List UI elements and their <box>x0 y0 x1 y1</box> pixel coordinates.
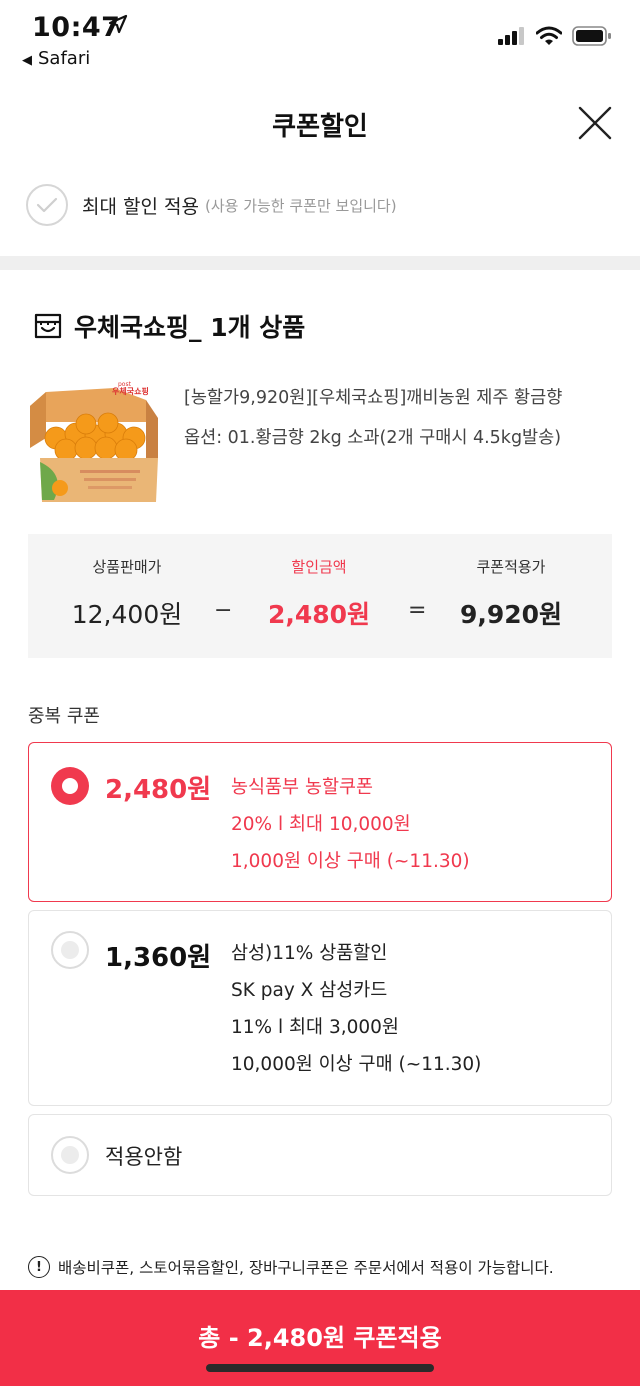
coupon-notice: ! 배송비쿠폰, 스토어묶음할인, 장바구니쿠폰은 주문서에서 적용이 가능합니… <box>28 1256 554 1278</box>
coupon-details: 농식품부 농할쿠폰 20% l 최대 10,000원 1,000원 이상 구매 … <box>231 769 470 880</box>
no-coupon-option[interactable]: 적용안함 <box>28 1114 612 1196</box>
coupon-option[interactable]: 2,480원 농식품부 농할쿠폰 20% l 최대 10,000원 1,000원… <box>28 742 612 902</box>
coupon-condition: 10,000원 이상 구매 (~11.30) <box>231 1054 482 1075</box>
product-image-brand: 우체국쇼핑 <box>112 386 149 396</box>
back-app-label: Safari <box>38 48 91 69</box>
home-indicator <box>206 1364 434 1372</box>
max-discount-label: 최대 할인 적용 <box>82 195 199 218</box>
discount-label: 할인금액 <box>291 558 347 576</box>
no-coupon-label: 적용안함 <box>105 1145 183 1169</box>
wifi-icon <box>536 26 562 45</box>
battery-icon <box>572 26 611 46</box>
coupon-radio[interactable] <box>51 931 89 969</box>
coupon-rate: 11% l 최대 3,000원 <box>231 1017 399 1038</box>
checkmark-icon <box>36 197 58 213</box>
seller-name: 우체국쇼핑_ 1개 상품 <box>74 313 306 342</box>
product-title: [농할가9,920원][우체국쇼핑]깨비농원 제주 황금향 <box>184 388 563 408</box>
max-discount-toggle[interactable]: 최대 할인 적용 (사용 가능한 쿠폰만 보입니다) <box>26 184 397 226</box>
coupon-amount: 1,360원 <box>105 943 212 973</box>
sale-price-value: 12,400원 <box>71 600 183 629</box>
location-arrow-icon <box>108 14 128 34</box>
close-icon[interactable] <box>576 104 614 142</box>
back-triangle-icon: ◀ <box>22 53 32 68</box>
final-price-value: 9,920원 <box>459 600 563 629</box>
system-icons <box>498 26 612 46</box>
coupon-radio-selected[interactable] <box>51 767 89 805</box>
sale-price-column: 상품판매가 12,400원 <box>42 534 212 631</box>
apply-coupon-button[interactable]: 총 - 2,480원 쿠폰적용 <box>0 1290 640 1386</box>
coupon-card-partner: SK pay X 삼성카드 <box>231 980 388 1001</box>
coupon-option[interactable]: 1,360원 삼성)11% 상품할인 SK pay X 삼성카드 11% l 최… <box>28 910 612 1106</box>
minus-sign: − <box>214 598 233 623</box>
coupon-name: 삼성)11% 상품할인 <box>231 943 388 964</box>
apply-coupon-label: 총 - 2,480원 쿠폰적용 <box>198 1324 442 1352</box>
product-image: post 우체국쇼핑 <box>26 378 162 514</box>
page-title: 쿠폰할인 <box>272 112 368 142</box>
coupon-details: 삼성)11% 상품할인 SK pay X 삼성카드 11% l 최대 3,000… <box>231 935 481 1083</box>
coupon-amount: 2,480원 <box>105 775 212 805</box>
price-summary: 상품판매가 12,400원 − 할인금액 2,480원 = 쿠폰적용가 9,92… <box>28 534 612 658</box>
store-icon <box>34 313 62 339</box>
discount-column: 할인금액 2,480원 <box>234 534 404 631</box>
coupon-notice-text: 배송비쿠폰, 스토어묶음할인, 장바구니쿠폰은 주문서에서 적용이 가능합니다. <box>58 1259 554 1277</box>
max-discount-subtext: (사용 가능한 쿠폰만 보입니다) <box>204 196 397 215</box>
seller-heading: 우체국쇼핑_ 1개 상품 <box>34 308 305 344</box>
product-option: 옵션: 01.황금향 2kg 소과(2개 구매시 4.5kg발송) <box>184 428 562 448</box>
info-icon: ! <box>28 1256 50 1278</box>
duplicate-coupon-label: 중복 쿠폰 <box>28 706 100 727</box>
section-divider <box>0 256 640 270</box>
no-coupon-radio[interactable] <box>51 1136 89 1174</box>
coupon-condition: 1,000원 이상 구매 (~11.30) <box>231 851 470 872</box>
max-discount-checkbox[interactable] <box>26 184 68 226</box>
coupon-name: 농식품부 농할쿠폰 <box>231 777 374 798</box>
status-bar: 10:47 ◀ Safari <box>0 0 640 80</box>
back-to-app-link[interactable]: ◀ Safari <box>22 48 90 69</box>
equals-sign: = <box>408 598 427 623</box>
sale-price-label: 상품판매가 <box>92 558 162 576</box>
product-item: post 우체국쇼핑 [농할가9,920원][우체국쇼핑]깨비농원 제주 황금향… <box>26 378 616 514</box>
sheet-header: 쿠폰할인 <box>0 96 640 156</box>
discount-value: 2,480원 <box>267 600 371 629</box>
final-price-label: 쿠폰적용가 <box>476 558 546 576</box>
coupon-rate: 20% l 최대 10,000원 <box>231 814 411 835</box>
cellular-signal-icon <box>498 27 524 45</box>
final-price-column: 쿠폰적용가 9,920원 <box>426 534 596 631</box>
